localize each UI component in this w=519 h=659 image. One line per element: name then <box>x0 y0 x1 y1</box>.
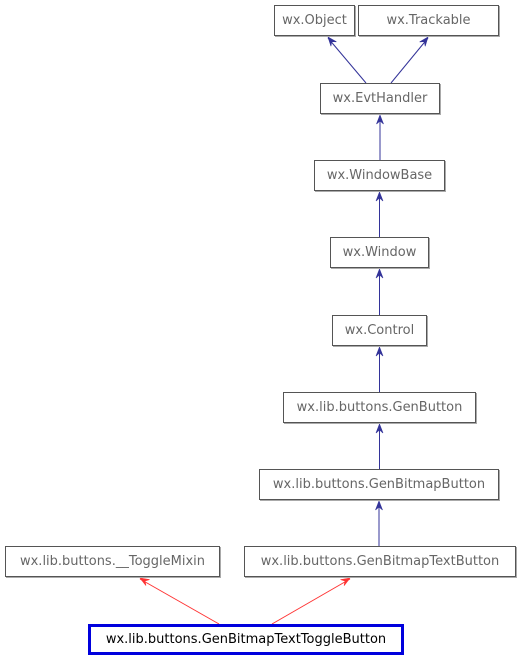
node-wx-object[interactable]: wx.Object <box>274 5 355 36</box>
node-genbitmaptexttogglebutton[interactable]: wx.lib.buttons.GenBitmapTextToggleButton <box>88 624 404 655</box>
node-genbutton[interactable]: wx.lib.buttons.GenButton <box>283 392 476 423</box>
arrowhead-icon <box>419 36 429 47</box>
edge-genbitmaptexttogglebutton-to-genbitmaptextbutton <box>271 578 351 625</box>
node-genbitmapbutton[interactable]: wx.lib.buttons.GenBitmapButton <box>259 469 499 500</box>
node-wx-control[interactable]: wx.Control <box>332 315 427 346</box>
node-wx-trackable[interactable]: wx.Trackable <box>358 5 499 36</box>
node-wx-evthandler[interactable]: wx.EvtHandler <box>320 83 440 114</box>
arrowhead-icon <box>327 36 337 47</box>
edge-evthandler-to-trackable <box>390 37 429 84</box>
edge-evthandler-to-object <box>327 37 367 84</box>
node-genbitmaptextbutton[interactable]: wx.lib.buttons.GenBitmapTextButton <box>244 546 516 577</box>
node-togglemixin[interactable]: wx.lib.buttons.__ToggleMixin <box>5 546 220 577</box>
edge-genbitmaptexttogglebutton-to-togglemixin <box>139 578 220 625</box>
node-wx-windowbase[interactable]: wx.WindowBase <box>314 160 445 191</box>
arrowhead-icon <box>340 577 351 586</box>
arrowhead-icon <box>139 577 150 586</box>
node-wx-window[interactable]: wx.Window <box>330 237 429 268</box>
